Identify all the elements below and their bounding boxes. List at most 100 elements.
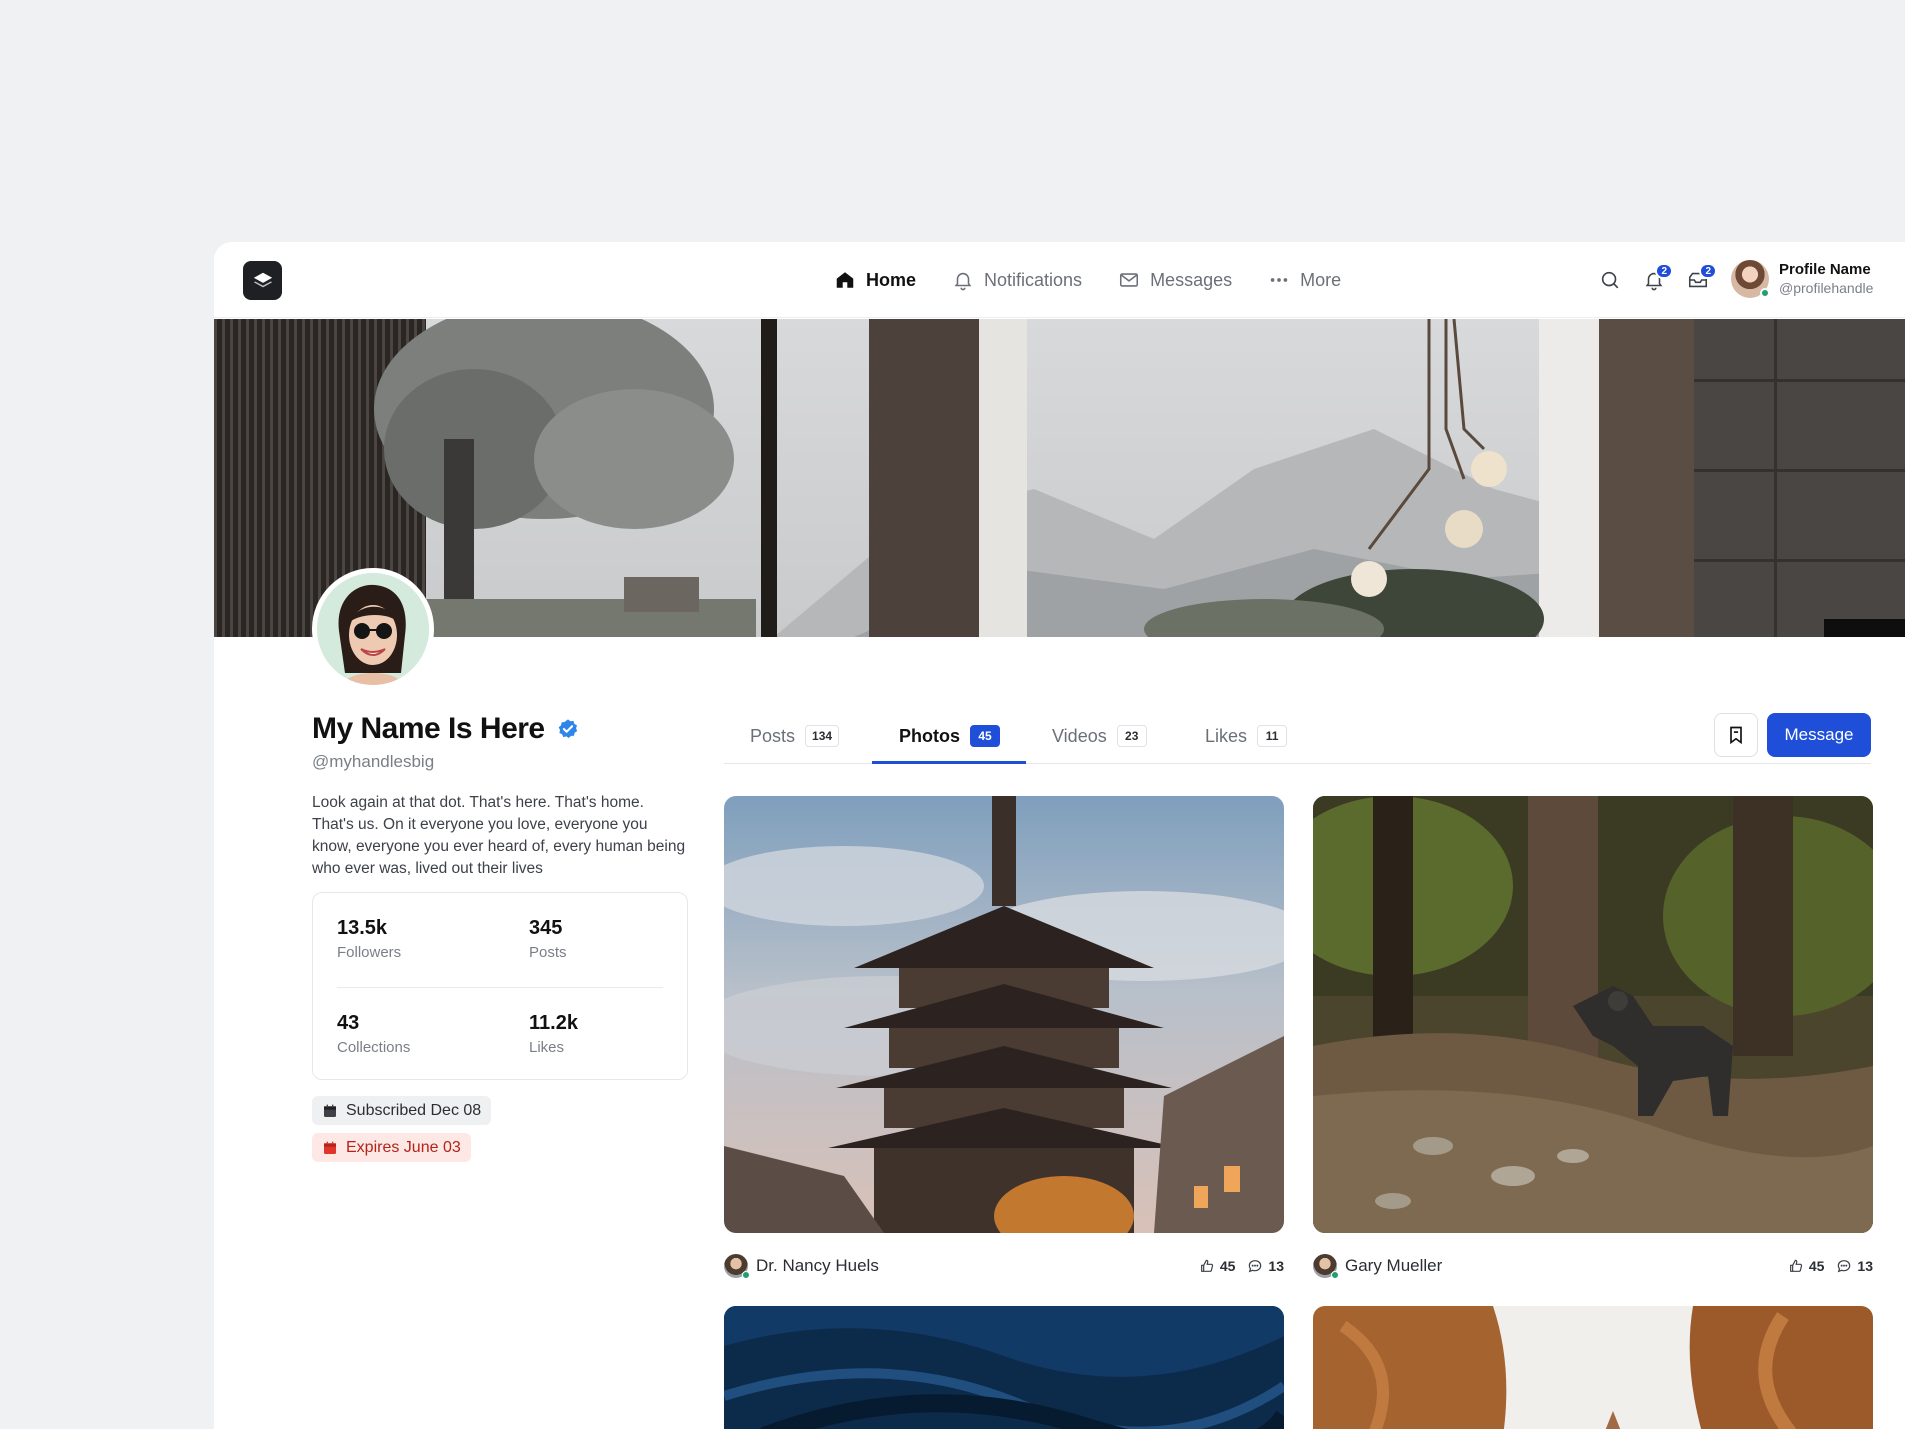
photo-thumbnail-pagoda[interactable] xyxy=(724,796,1284,1233)
verified-badge-icon xyxy=(558,719,577,738)
post-meta: Dr. Nancy Huels 45 13 xyxy=(724,1253,1284,1279)
profile-menu[interactable]: Profile Name @profilehandle xyxy=(1731,260,1873,298)
search-button[interactable] xyxy=(1599,269,1621,291)
comment-count: 13 xyxy=(1268,1258,1284,1274)
stat-posts[interactable]: 345 Posts xyxy=(529,917,567,961)
bell-icon xyxy=(954,272,972,291)
nav-home[interactable]: Home xyxy=(834,269,916,291)
stat-followers-value: 13.5k xyxy=(337,917,388,939)
expires-text: Expires June 03 xyxy=(346,1138,461,1156)
online-status-dot xyxy=(1760,288,1770,298)
more-icon xyxy=(1270,278,1288,282)
online-status-dot xyxy=(742,1271,750,1279)
tab-videos-label: Videos xyxy=(1052,725,1107,746)
nav-notifications[interactable]: Notifications xyxy=(952,269,1082,291)
post-author[interactable]: Gary Mueller xyxy=(1345,1256,1442,1276)
stat-followers[interactable]: 13.5k Followers xyxy=(337,917,401,961)
tab-photos[interactable]: Photos 45 xyxy=(899,708,1000,764)
avatar[interactable] xyxy=(1313,1254,1339,1279)
post-meta: Gary Mueller 45 13 xyxy=(1313,1253,1873,1279)
comment-count: 13 xyxy=(1857,1258,1873,1274)
profile-menu-name: Profile Name xyxy=(1779,261,1871,278)
inbox-button[interactable]: 2 xyxy=(1687,263,1717,291)
bookmark-icon xyxy=(1730,726,1742,745)
tab-posts-count: 134 xyxy=(805,725,840,747)
mail-icon xyxy=(1120,273,1139,287)
like-button[interactable]: 45 xyxy=(1788,1258,1824,1274)
tab-posts-label: Posts xyxy=(750,725,796,746)
thumbs-up-icon xyxy=(1789,1259,1802,1272)
subscribed-badge: Subscribed Dec 08 xyxy=(312,1096,492,1125)
home-icon xyxy=(836,272,854,288)
tab-likes-label: Likes xyxy=(1205,725,1248,746)
nav-messages-label: Messages xyxy=(1150,269,1233,290)
stat-posts-value: 345 xyxy=(529,917,563,939)
header-actions: 2 2 xyxy=(1599,242,1717,318)
calendar-icon xyxy=(324,1104,336,1117)
cover-image xyxy=(214,319,1905,637)
content-tabs: Posts 134 Photos 45 Videos 23 Likes 11 xyxy=(724,708,1871,764)
subscribed-text: Subscribed Dec 08 xyxy=(346,1101,482,1119)
expires-badge: Expires June 03 xyxy=(312,1133,471,1162)
profile-sidebar: My Name Is Here @myhandlesbig Look again… xyxy=(312,712,688,1162)
profile-menu-handle: @profilehandle xyxy=(1779,280,1874,296)
stat-collections-label: Collections xyxy=(337,1039,411,1056)
photo-thumbnail-dog[interactable] xyxy=(1313,796,1873,1233)
layers-logo-icon xyxy=(253,272,272,287)
post-reactions: 45 13 xyxy=(1788,1258,1873,1274)
comment-icon xyxy=(1838,1260,1851,1273)
main-nav: Home Notifications Messages More xyxy=(834,242,1341,318)
photo-thumbnail-canyon[interactable] xyxy=(1313,1306,1873,1429)
profile-name-text: My Name Is Here xyxy=(312,712,545,745)
tab-likes-count: 11 xyxy=(1257,725,1288,747)
photo-card xyxy=(724,1306,1284,1429)
nav-home-label: Home xyxy=(866,269,917,290)
comment-button[interactable]: 13 xyxy=(1836,1258,1873,1274)
calendar-icon xyxy=(324,1141,336,1154)
message-button[interactable]: Message xyxy=(1767,713,1871,757)
photo-card: Dr. Nancy Huels 45 13 xyxy=(724,796,1284,1279)
stat-likes-label: Likes xyxy=(529,1039,565,1056)
profile-handle: @myhandlesbig xyxy=(312,752,435,771)
avatar[interactable] xyxy=(724,1254,750,1279)
inbox-badge: 2 xyxy=(1699,263,1717,279)
nav-messages[interactable]: Messages xyxy=(1118,269,1232,291)
online-status-dot xyxy=(1331,1271,1339,1279)
stat-likes[interactable]: 11.2k Likes xyxy=(529,1012,578,1056)
tab-posts[interactable]: Posts 134 xyxy=(750,708,840,764)
thumbs-up-icon xyxy=(1200,1259,1213,1272)
nav-more-label: More xyxy=(1300,269,1342,290)
bookmark-button[interactable] xyxy=(1714,713,1758,757)
notifications-button[interactable]: 2 xyxy=(1643,263,1673,291)
photo-card: Gary Mueller 45 13 xyxy=(1313,796,1873,1279)
tab-photos-label: Photos xyxy=(899,725,960,746)
profile-bio: Look again at that dot. That's here. Tha… xyxy=(312,794,686,877)
stat-followers-label: Followers xyxy=(337,944,402,961)
app-logo[interactable] xyxy=(243,261,282,300)
profile-avatar[interactable] xyxy=(312,568,434,690)
photo-card xyxy=(1313,1306,1873,1429)
profile-name: My Name Is Here xyxy=(312,712,688,746)
photo-thumbnail-blue-silk[interactable] xyxy=(724,1306,1284,1429)
like-button[interactable]: 45 xyxy=(1199,1258,1236,1274)
top-nav: Home Notifications Messages More 2 2 Pro… xyxy=(214,242,1905,318)
stats-card: 13.5k Followers 345 Posts 43 Collections… xyxy=(312,892,688,1080)
tab-photos-count: 45 xyxy=(970,725,1000,747)
active-tab-indicator xyxy=(872,761,1026,764)
stat-posts-label: Posts xyxy=(529,944,567,961)
like-count: 45 xyxy=(1219,1258,1236,1274)
comment-button[interactable]: 13 xyxy=(1247,1258,1284,1274)
nav-more[interactable]: More xyxy=(1268,269,1341,291)
stat-likes-value: 11.2k xyxy=(529,1012,578,1034)
tab-videos[interactable]: Videos 23 xyxy=(1052,708,1147,764)
comment-icon xyxy=(1249,1260,1262,1273)
tab-likes[interactable]: Likes 11 xyxy=(1205,708,1288,764)
stat-collections[interactable]: 43 Collections xyxy=(337,1012,410,1056)
nav-notifications-label: Notifications xyxy=(984,269,1083,290)
avatar xyxy=(1731,260,1770,298)
stats-divider xyxy=(337,987,663,988)
stat-collections-value: 43 xyxy=(337,1012,360,1034)
post-reactions: 45 13 xyxy=(1199,1258,1284,1274)
post-author[interactable]: Dr. Nancy Huels xyxy=(756,1256,879,1276)
app-window: Home Notifications Messages More 2 2 Pro… xyxy=(214,242,1905,1429)
